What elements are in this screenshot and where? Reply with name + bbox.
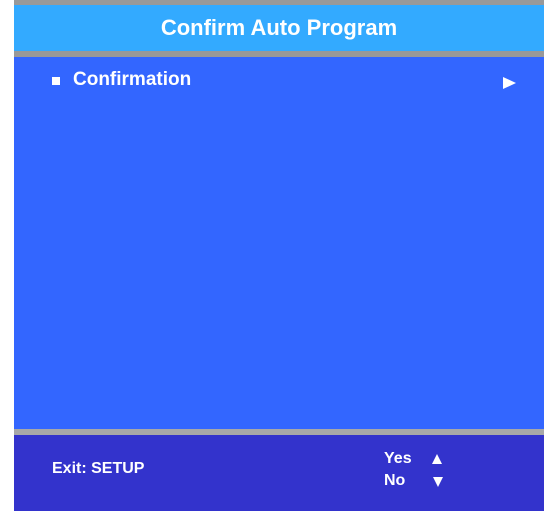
osd-screen: Confirm Auto Program Confirmation Exit: … — [14, 0, 544, 511]
page-title: Confirm Auto Program — [14, 5, 544, 51]
menu-area: Confirmation — [14, 57, 544, 429]
arrow-down-icon — [433, 477, 443, 487]
menu-item-confirmation[interactable]: Confirmation — [14, 65, 544, 95]
title-bar: Confirm Auto Program — [14, 0, 544, 57]
arrow-up-icon — [432, 454, 442, 464]
arrow-right-icon — [503, 77, 516, 89]
square-bullet-icon — [52, 77, 60, 85]
footer-bar: Exit: SETUP Yes No — [14, 435, 544, 511]
yes-option[interactable]: Yes — [384, 449, 442, 469]
exit-hint: Exit: SETUP — [52, 460, 145, 477]
yes-label: Yes — [384, 450, 412, 467]
no-label: No — [384, 472, 406, 489]
menu-item-label: Confirmation — [73, 69, 192, 90]
no-option[interactable]: No — [384, 471, 443, 491]
